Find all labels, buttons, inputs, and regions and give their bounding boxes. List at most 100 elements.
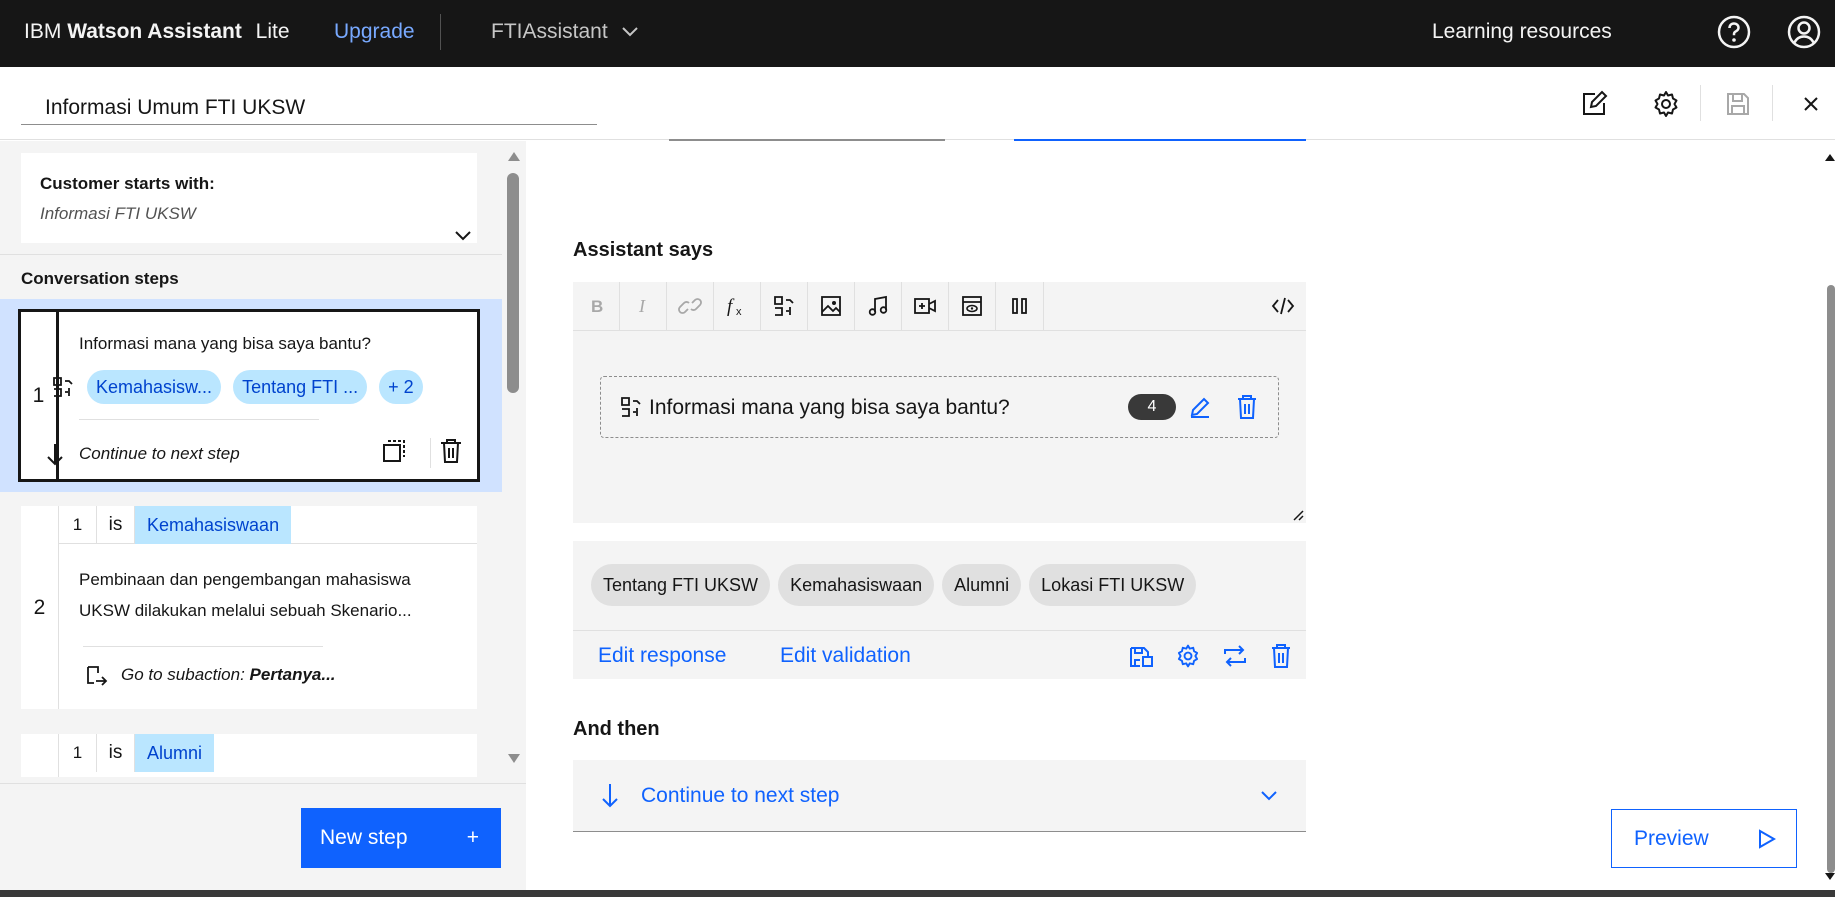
- window-bottom-edge: [0, 890, 1835, 897]
- settings-icon[interactable]: [1651, 89, 1681, 119]
- arrow-down-icon: [45, 442, 65, 466]
- condition-operator: is: [97, 505, 135, 544]
- field-underline-active: [1014, 139, 1306, 141]
- divider: [0, 254, 502, 255]
- condition-value: Alumni: [135, 734, 215, 772]
- pause-icon[interactable]: [996, 282, 1043, 330]
- step-condition: 1 is Alumni: [59, 734, 477, 772]
- new-step-button[interactable]: New step +: [301, 808, 501, 868]
- settings-icon[interactable]: [1175, 643, 1201, 669]
- swap-icon[interactable]: [1222, 643, 1248, 669]
- resize-handle-icon[interactable]: [1292, 509, 1304, 521]
- assistant-says-title: Assistant says: [573, 239, 714, 261]
- function-icon[interactable]: fx: [714, 282, 761, 330]
- bold-icon[interactable]: B: [573, 282, 620, 330]
- separator: [430, 438, 431, 468]
- svg-text:I: I: [638, 297, 646, 315]
- save-as-icon[interactable]: [1128, 643, 1154, 669]
- action-name-input[interactable]: Informasi Umum FTI UKSW: [21, 89, 597, 125]
- italic-icon[interactable]: I: [620, 282, 667, 330]
- product-name[interactable]: IBM Watson Assistant Lite: [24, 20, 290, 44]
- step-3-card[interactable]: 1 is Alumni: [21, 734, 477, 777]
- scrollbar-thumb[interactable]: [1827, 285, 1835, 873]
- and-then-dropdown[interactable]: Continue to next step: [573, 760, 1306, 832]
- header-separator: [1772, 85, 1773, 121]
- close-icon[interactable]: [1796, 89, 1826, 119]
- option-chip: Tentang FTI ...: [233, 370, 368, 404]
- step-2-card[interactable]: 2 1 is Kemahasiswaan Pembinaan dan penge…: [21, 505, 477, 709]
- divider: [79, 419, 319, 420]
- more-options-chip[interactable]: + 2: [379, 370, 423, 404]
- options-response-block[interactable]: Informasi mana yang bisa saya bantu? 4: [600, 376, 1279, 438]
- options-count-badge: 4: [1128, 394, 1176, 420]
- condition-index: 1: [59, 505, 97, 544]
- option-chip: Kemahasisw...: [87, 370, 222, 404]
- svg-text:f: f: [727, 296, 735, 317]
- options-icon: [51, 375, 75, 399]
- preview-label: Preview: [1634, 826, 1709, 850]
- option-chip[interactable]: Lokasi FTI UKSW: [1029, 564, 1197, 606]
- subaction-prefix: Go to subaction:: [121, 665, 245, 684]
- step-text: Pembinaan dan pengembangan mahasiswa UKS…: [79, 570, 412, 620]
- arrow-down-icon: [600, 782, 620, 808]
- delete-icon[interactable]: [1236, 394, 1258, 420]
- audio-icon[interactable]: [855, 282, 902, 330]
- top-navigation-bar: IBM Watson Assistant Lite Upgrade FTIAss…: [0, 0, 1835, 67]
- editor-toolbar: B I fx: [573, 282, 1306, 331]
- step-number: 2: [21, 506, 59, 709]
- preview-button[interactable]: Preview: [1611, 809, 1797, 868]
- divider: [83, 646, 323, 647]
- subaction-icon: [85, 664, 109, 686]
- condition-value: Kemahasiswaan: [135, 505, 292, 544]
- play-icon: [1758, 828, 1776, 849]
- trigger-card[interactable]: Customer starts with: Informasi FTI UKSW: [21, 153, 477, 243]
- options-panel: Tentang FTI UKSW Kemahasiswaan Alumni Lo…: [573, 541, 1306, 679]
- new-step-label: New step: [320, 826, 408, 849]
- step-condition: 1 is Kemahasiswaan: [59, 505, 477, 544]
- option-chip[interactable]: Kemahasiswaan: [778, 564, 935, 606]
- assistant-switcher[interactable]: FTIAssistant: [491, 20, 638, 44]
- option-chip[interactable]: Tentang FTI UKSW: [591, 564, 771, 606]
- image-icon[interactable]: [808, 282, 855, 330]
- help-icon[interactable]: [1716, 14, 1752, 50]
- plan-label: Lite: [255, 20, 290, 43]
- topbar-divider: [440, 14, 441, 50]
- option-chip[interactable]: Alumni: [942, 564, 1022, 606]
- link-icon[interactable]: [667, 282, 714, 330]
- plus-icon: +: [466, 826, 479, 849]
- learning-resources-link[interactable]: Learning resources: [1432, 20, 1612, 44]
- condition-operator: is: [97, 734, 135, 772]
- video-icon[interactable]: [902, 282, 949, 330]
- and-then-title: And then: [573, 718, 660, 740]
- conversation-steps-panel: Customer starts with: Informasi FTI UKSW…: [0, 141, 526, 897]
- trigger-title: Customer starts with:: [40, 174, 215, 193]
- options-icon: [619, 395, 643, 419]
- edit-response-link[interactable]: Edit response: [598, 644, 726, 668]
- edit-icon[interactable]: [1188, 395, 1212, 419]
- user-profile-icon[interactable]: [1786, 14, 1822, 50]
- condition-index: 1: [59, 734, 97, 772]
- step-next-action: Go to subaction: Pertanya...: [85, 664, 336, 686]
- iframe-icon[interactable]: [949, 282, 996, 330]
- svg-text:B: B: [591, 297, 603, 315]
- save-icon[interactable]: [1723, 89, 1753, 119]
- options-icon[interactable]: [761, 282, 808, 330]
- and-then-value: Continue to next step: [641, 784, 840, 807]
- chevron-down-icon[interactable]: [455, 231, 471, 241]
- step-options-chips: Kemahasisw... Tentang FTI ... + 2: [51, 370, 423, 404]
- options-chip-list: Tentang FTI UKSW Kemahasiswaan Alumni Lo…: [591, 564, 1197, 606]
- duplicate-icon[interactable]: [381, 438, 407, 464]
- step-number: [21, 734, 59, 777]
- edit-icon[interactable]: [1579, 89, 1609, 119]
- edit-validation-link[interactable]: Edit validation: [780, 644, 911, 668]
- delete-icon[interactable]: [1270, 643, 1292, 669]
- chevron-down-icon: [621, 27, 638, 37]
- step-1-selected[interactable]: 1 Informasi mana yang bisa saya bantu? K…: [0, 299, 502, 492]
- step-card[interactable]: 1 Informasi mana yang bisa saya bantu? K…: [18, 309, 480, 482]
- options-footer: Edit response Edit validation: [573, 630, 1306, 679]
- response-editor[interactable]: B I fx Informasi mana yang bisa saya ban…: [573, 282, 1306, 523]
- delete-icon[interactable]: [439, 438, 463, 464]
- upgrade-link[interactable]: Upgrade: [334, 20, 415, 44]
- code-icon[interactable]: [1259, 282, 1306, 330]
- scrollbar-thumb[interactable]: [507, 173, 519, 393]
